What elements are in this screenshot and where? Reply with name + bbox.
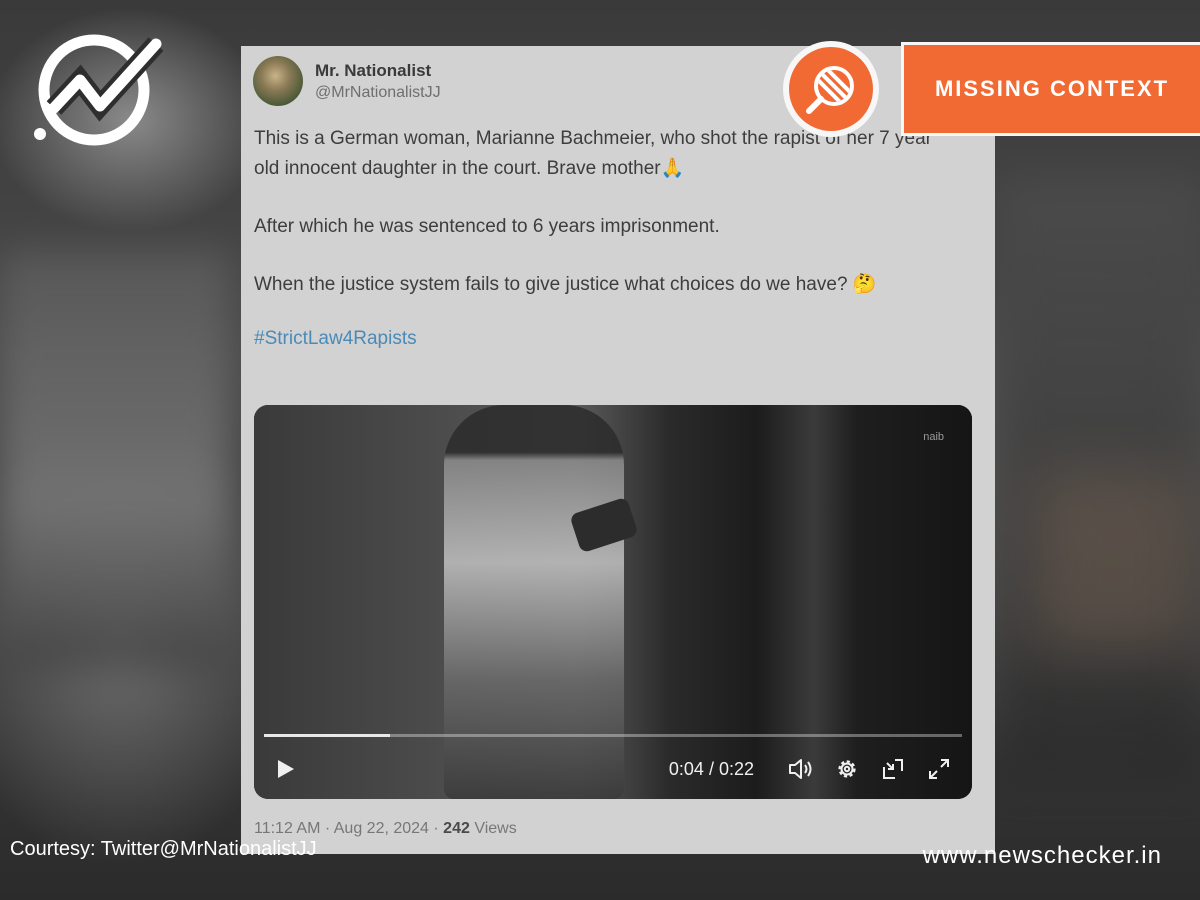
play-icon[interactable] (272, 756, 298, 782)
settings-gear-icon[interactable] (832, 754, 862, 784)
video-player[interactable]: naib 0:04 / 0:22 (254, 405, 972, 799)
video-watermark: naib (923, 431, 944, 443)
avatar[interactable] (253, 56, 303, 106)
verdict-badge-icon (783, 41, 879, 137)
video-time-separator: / (703, 758, 719, 779)
newschecker-logo-icon (30, 30, 165, 150)
verdict-label: MISSING CONTEXT (901, 42, 1200, 136)
expand-icon[interactable] (924, 754, 954, 784)
tweet-card: Mr. Nationalist @MrNationalistJJ This is… (241, 46, 995, 854)
author-handle[interactable]: @MrNationalistJJ (315, 84, 441, 102)
site-url[interactable]: www.newschecker.in (923, 842, 1162, 870)
video-current-time: 0:04 (668, 758, 704, 779)
exit-fullscreen-icon[interactable] (878, 754, 908, 784)
tweet-timestamp[interactable]: 11:12 AM · Aug 22, 2024 · (254, 820, 443, 837)
hashtag-link[interactable]: #StrictLaw4Rapists (254, 324, 954, 354)
views-count: 242 (443, 820, 470, 837)
video-controls: 0:04 / 0:22 (254, 739, 972, 799)
courtesy-credit: Courtesy: Twitter@MrNationalistJJ (10, 838, 317, 860)
tweet-paragraph: After which he was sentenced to 6 years … (254, 216, 720, 237)
video-progress-bar[interactable] (264, 734, 962, 737)
tweet-text: This is a German woman, Marianne Bachmei… (254, 124, 954, 382)
tweet-paragraph: When the justice system fails to give ju… (254, 274, 877, 295)
volume-icon[interactable] (786, 754, 816, 784)
tweet-meta: 11:12 AM · Aug 22, 2024 · 242 Views (254, 820, 517, 838)
author-name[interactable]: Mr. Nationalist (315, 61, 441, 81)
video-duration: 0:22 (718, 758, 754, 779)
views-label: Views (469, 820, 517, 837)
video-time: 0:04 / 0:22 (669, 759, 754, 780)
tweet-header: Mr. Nationalist @MrNationalistJJ (253, 56, 441, 106)
video-progress-fill (264, 734, 390, 737)
